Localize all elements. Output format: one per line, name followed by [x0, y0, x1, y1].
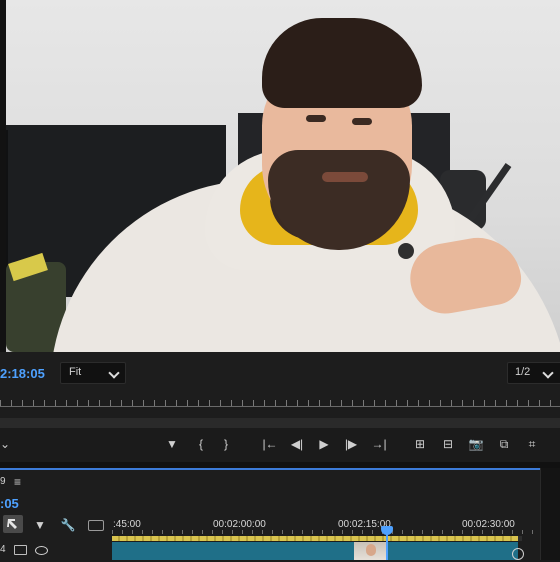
add-marker-icon[interactable]: ▼ — [32, 516, 48, 534]
go-to-in-button[interactable]: |← — [260, 437, 280, 451]
playback-resolution-select[interactable]: 1/2 — [507, 362, 560, 384]
timeline-scroll-panel[interactable] — [540, 468, 560, 560]
step-back-button[interactable]: ◀| — [288, 437, 306, 451]
video-person-eye — [306, 115, 326, 122]
zoom-level-select[interactable]: Fit — [60, 362, 126, 384]
wrench-icon[interactable]: 🔧 — [60, 516, 76, 534]
export-frame-button[interactable]: 📷 — [466, 437, 486, 451]
film-icon[interactable] — [14, 545, 27, 555]
program-monitor-ruler[interactable] — [0, 392, 560, 414]
video-hoodie-button — [398, 243, 414, 259]
program-timecode[interactable]: 2:18:05 — [0, 366, 45, 381]
chevron-left-icon[interactable]: ⌄ — [0, 437, 10, 451]
go-to-out-button[interactable]: →| — [369, 437, 389, 451]
clip-thumbnail — [354, 542, 388, 560]
video-clip[interactable] — [112, 542, 518, 560]
monitor-zoom-scrollbar[interactable] — [0, 418, 560, 428]
ruler-baseline — [0, 406, 560, 407]
video-person-mouth — [322, 172, 368, 182]
step-forward-button[interactable]: |▶ — [342, 437, 360, 451]
video-person-eye — [352, 118, 372, 125]
ruler-label: :45:00 — [113, 519, 141, 530]
extract-button[interactable]: ⊟ — [438, 437, 458, 451]
mark-out-button[interactable]: } — [218, 437, 234, 451]
snap-icon — [7, 519, 17, 529]
ruler-label: 00:02:30:00 — [462, 519, 515, 530]
sequence-tab-label[interactable]: 9 — [0, 476, 6, 487]
play-button[interactable]: ▶ — [315, 437, 333, 451]
transport-controls: ⌄ ▼ { } |← ◀| ▶ |▶ →| ⊞ ⊟ 📷 ⧉ ⌗ — [0, 428, 560, 462]
program-monitor-video — [0, 0, 560, 352]
zoom-level-value: Fit — [69, 366, 82, 378]
playback-resolution-value: 1/2 — [515, 366, 531, 378]
clip-thumbnail-face — [366, 544, 376, 556]
add-marker-button[interactable]: ▼ — [164, 437, 180, 451]
track-end-circle-icon[interactable] — [512, 548, 524, 560]
panel-left-edge — [0, 0, 6, 352]
mark-in-button[interactable]: { — [193, 437, 209, 451]
playhead-line[interactable] — [386, 528, 388, 560]
timeline-timecode[interactable]: :05 — [0, 496, 19, 511]
lift-button[interactable]: ⊞ — [410, 437, 430, 451]
selection-tool-icon[interactable] — [3, 515, 23, 533]
work-area-bar[interactable] — [112, 536, 518, 541]
captions-icon[interactable] — [88, 520, 104, 531]
panel-menu-icon[interactable]: ≡ — [14, 475, 21, 489]
chevron-down-icon — [542, 367, 554, 379]
timeline-ruler-ticks[interactable] — [112, 530, 540, 534]
eye-icon[interactable] — [35, 546, 48, 555]
button-editor-icon[interactable]: ⌗ — [522, 437, 542, 451]
chevron-down-icon — [108, 367, 120, 379]
comparison-view-button[interactable]: ⧉ — [494, 437, 514, 451]
ruler-label: 00:02:00:00 — [213, 519, 266, 530]
track-label: 4 — [0, 544, 6, 555]
